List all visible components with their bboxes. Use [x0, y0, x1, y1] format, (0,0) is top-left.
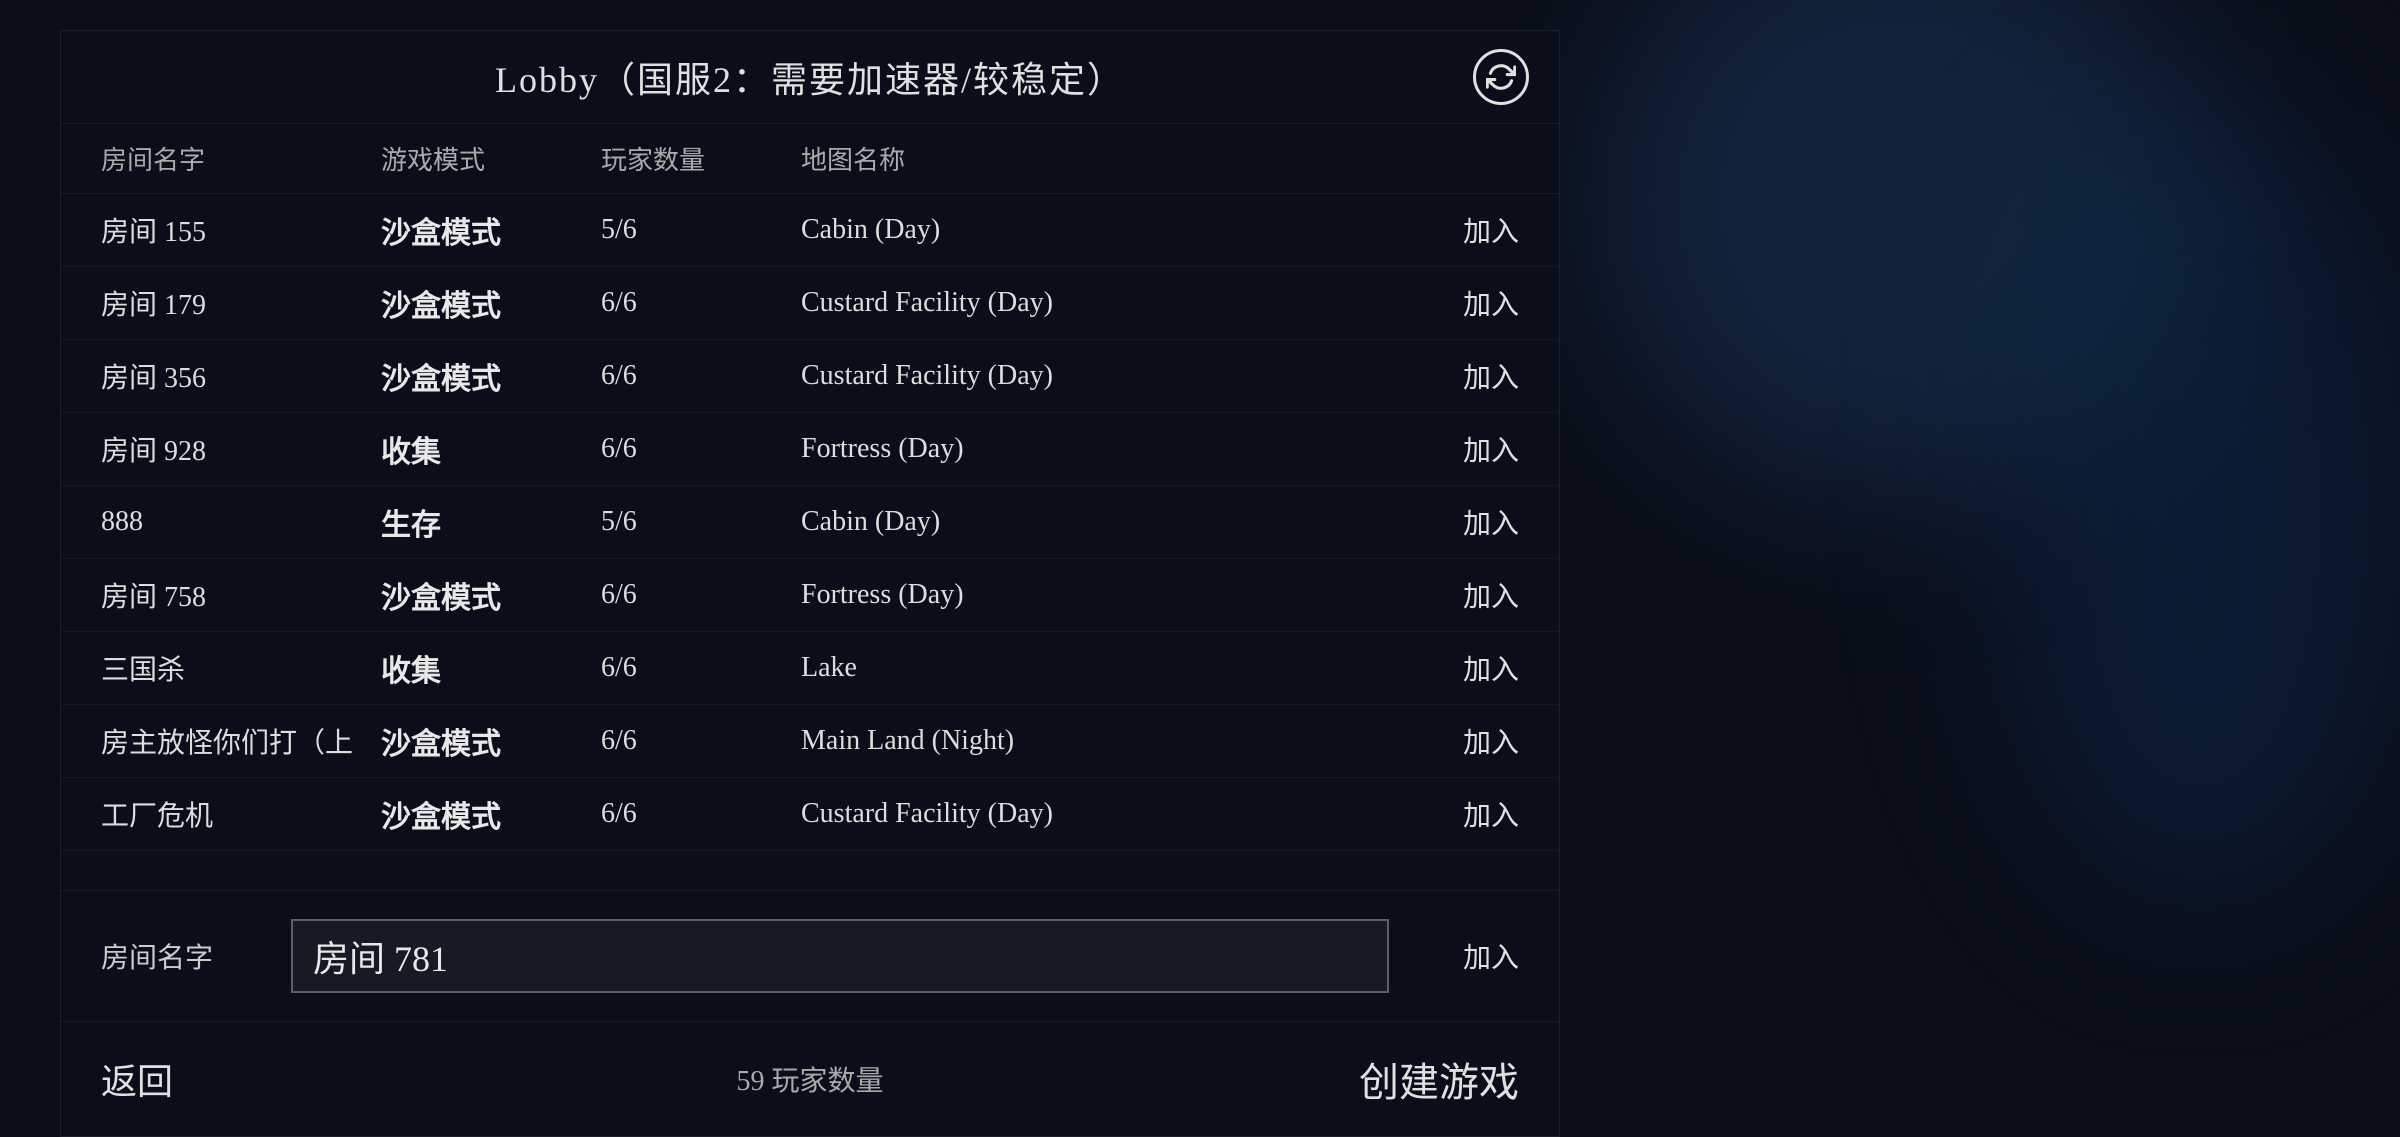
- cell-players: 6/6: [601, 725, 801, 757]
- join-label: 房间名字: [101, 936, 261, 976]
- col-header-mode: 游戏模式: [381, 140, 601, 177]
- cell-mode: 沙盒模式: [381, 573, 601, 617]
- table-row: 房间 179 沙盒模式 6/6 Custard Facility (Day) 加…: [61, 267, 1559, 340]
- cell-map: Fortress (Day): [801, 579, 1399, 611]
- table-row: 工厂危机 沙盒模式 6/6 Custard Facility (Day) 加入: [61, 778, 1559, 851]
- cell-players: 6/6: [601, 360, 801, 392]
- main-panel: Lobby（国服2：需要加速器/较稳定） 房间名字 游戏模式 玩家数量 地图名称…: [60, 30, 1560, 1137]
- cell-map: Lake: [801, 652, 1399, 684]
- cell-mode: 沙盒模式: [381, 792, 601, 836]
- cell-map: Custard Facility (Day): [801, 287, 1399, 319]
- room-name-input[interactable]: [291, 919, 1389, 993]
- cell-players: 6/6: [601, 579, 801, 611]
- cell-map: Custard Facility (Day): [801, 360, 1399, 392]
- footer: 返回 59 玩家数量 创建游戏: [61, 1022, 1559, 1136]
- cell-room-name: 三国杀: [101, 648, 381, 688]
- join-row-button[interactable]: 加入: [1399, 210, 1519, 250]
- cell-players: 6/6: [601, 287, 801, 319]
- cell-room-name: 工厂危机: [101, 794, 381, 834]
- back-button[interactable]: 返回: [101, 1053, 173, 1105]
- lobby-title: Lobby（国服2：需要加速器/较稳定）: [495, 51, 1125, 103]
- table-row: 房间 928 收集 6/6 Fortress (Day) 加入: [61, 413, 1559, 486]
- col-header-action: [1399, 140, 1519, 177]
- table-row: 房主放怪你们打（上 沙盒模式 6/6 Main Land (Night) 加入: [61, 705, 1559, 778]
- table-row: 三国杀 收集 6/6 Lake 加入: [61, 632, 1559, 705]
- col-header-map: 地图名称: [801, 140, 1399, 177]
- header: Lobby（国服2：需要加速器/较稳定）: [61, 31, 1559, 124]
- join-row-button[interactable]: 加入: [1399, 794, 1519, 834]
- join-section: 房间名字 加入: [61, 891, 1559, 1022]
- cell-mode: 收集: [381, 646, 601, 690]
- table-row: 房间 758 沙盒模式 6/6 Fortress (Day) 加入: [61, 559, 1559, 632]
- col-header-name: 房间名字: [101, 140, 381, 177]
- cell-players: 5/6: [601, 506, 801, 538]
- create-game-button[interactable]: 创建游戏: [1359, 1050, 1519, 1108]
- refresh-icon: [1486, 62, 1516, 92]
- cell-map: Custard Facility (Day): [801, 798, 1399, 830]
- cell-map: Main Land (Night): [801, 725, 1399, 757]
- join-by-name-button[interactable]: 加入: [1419, 936, 1519, 976]
- table-row: 888 生存 5/6 Cabin (Day) 加入: [61, 486, 1559, 559]
- cell-map: Cabin (Day): [801, 506, 1399, 538]
- cell-mode: 沙盒模式: [381, 208, 601, 252]
- cell-room-name: 房主放怪你们打（上: [101, 721, 381, 761]
- cell-room-name: 房间 155: [101, 210, 381, 250]
- cell-players: 6/6: [601, 652, 801, 684]
- cell-room-name: 房间 179: [101, 283, 381, 323]
- refresh-button[interactable]: [1473, 49, 1529, 105]
- join-row-button[interactable]: 加入: [1399, 721, 1519, 761]
- join-row-button[interactable]: 加入: [1399, 502, 1519, 542]
- cell-mode: 收集: [381, 427, 601, 471]
- cell-room-name: 房间 356: [101, 356, 381, 396]
- cell-players: 6/6: [601, 798, 801, 830]
- cell-players: 6/6: [601, 433, 801, 465]
- player-count: 59 玩家数量: [736, 1059, 883, 1099]
- cell-mode: 沙盒模式: [381, 719, 601, 763]
- cell-room-name: 房间 758: [101, 575, 381, 615]
- join-row-button[interactable]: 加入: [1399, 429, 1519, 469]
- cell-mode: 沙盒模式: [381, 281, 601, 325]
- join-row-button[interactable]: 加入: [1399, 283, 1519, 323]
- table-body: 房间 155 沙盒模式 5/6 Cabin (Day) 加入 房间 179 沙盒…: [61, 194, 1559, 851]
- table-row: 房间 155 沙盒模式 5/6 Cabin (Day) 加入: [61, 194, 1559, 267]
- table-header: 房间名字 游戏模式 玩家数量 地图名称: [61, 124, 1559, 194]
- join-row-button[interactable]: 加入: [1399, 356, 1519, 396]
- cell-mode: 沙盒模式: [381, 354, 601, 398]
- cell-room-name: 888: [101, 506, 381, 538]
- cell-room-name: 房间 928: [101, 429, 381, 469]
- cell-map: Fortress (Day): [801, 433, 1399, 465]
- join-row-button[interactable]: 加入: [1399, 648, 1519, 688]
- divider: [61, 851, 1559, 891]
- table-row: 房间 356 沙盒模式 6/6 Custard Facility (Day) 加…: [61, 340, 1559, 413]
- cell-mode: 生存: [381, 500, 601, 544]
- col-header-players: 玩家数量: [601, 140, 801, 177]
- cell-players: 5/6: [601, 214, 801, 246]
- join-row-button[interactable]: 加入: [1399, 575, 1519, 615]
- cell-map: Cabin (Day): [801, 214, 1399, 246]
